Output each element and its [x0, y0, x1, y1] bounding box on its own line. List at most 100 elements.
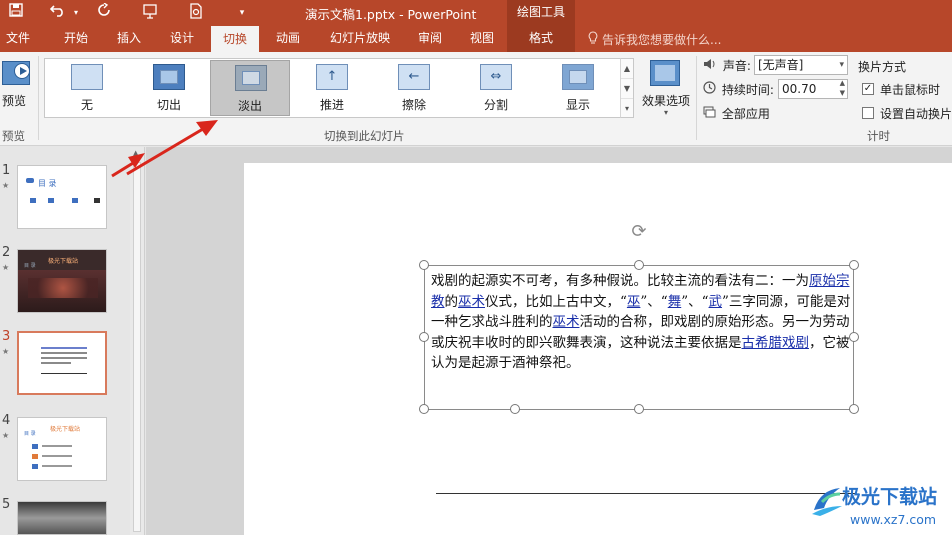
gallery-scroll-up-icon[interactable]: ▲ — [621, 59, 633, 79]
effect-options-button[interactable]: 效果选项 ▾ — [640, 58, 692, 122]
transition-reveal-label: 显示 — [565, 98, 590, 112]
slide-thumb-subtitle: 目 录 — [24, 431, 36, 437]
undo-dropdown-icon[interactable]: ▾ — [66, 3, 86, 23]
hyperlink[interactable]: 武 — [709, 294, 723, 310]
sound-icon — [703, 59, 721, 73]
resize-handle-top-right[interactable] — [849, 260, 859, 270]
undo-icon[interactable] — [48, 3, 68, 23]
print-preview-icon[interactable] — [186, 3, 206, 23]
sound-select[interactable]: [无声音] ▾ — [754, 55, 848, 75]
tab-insert[interactable]: 插入 — [107, 26, 151, 52]
slide-thumb-title: 极光下载站 — [48, 258, 79, 265]
resize-handle-bottom[interactable] — [510, 404, 520, 414]
customize-quick-access-icon[interactable]: ▾ — [232, 3, 252, 23]
transition-none-label: 无 — [80, 98, 93, 112]
document-title: 演示文稿1.pptx - PowerPoint — [305, 7, 477, 22]
gallery-more-icon[interactable]: ▾ — [621, 99, 633, 119]
group-divider — [696, 56, 697, 140]
slide-thumbnail-3[interactable] — [17, 331, 107, 395]
scrollbar-thumb[interactable] — [133, 162, 141, 532]
transition-fade-label: 淡出 — [237, 99, 262, 113]
auto-advance-checkbox[interactable] — [862, 107, 874, 119]
transition-none[interactable]: 无 — [47, 60, 127, 116]
spinner-icon[interactable]: ▲ ▼ — [840, 78, 845, 98]
apply-all-label: 全部应用 — [721, 107, 770, 121]
scroll-up-icon[interactable]: ▲ — [133, 149, 138, 157]
on-click-checkbox[interactable]: ✓ — [862, 83, 874, 95]
text-box-content[interactable]: 戏剧的起源实不可考，有多种假说。比较主流的看法有二：一为原始宗教的巫术仪式，比如… — [431, 271, 851, 374]
tell-me-placeholder: 告诉我您想要做什么... — [602, 33, 722, 47]
selected-text-box[interactable]: 戏剧的起源实不可考，有多种假说。比较主流的看法有二：一为原始宗教的巫术仪式，比如… — [424, 265, 854, 410]
timing-group-label: 计时 — [867, 129, 890, 143]
transition-none-icon — [71, 64, 103, 90]
resize-handle-right[interactable] — [849, 332, 859, 342]
resize-handle-top[interactable] — [634, 260, 644, 270]
slide-thumb-title: 极光下载站 — [50, 426, 81, 433]
hyperlink[interactable]: 舞 — [668, 294, 682, 310]
gallery-scroll-down-icon[interactable]: ▼ — [621, 79, 633, 99]
transition-reveal-icon — [562, 64, 594, 90]
ribbon-tabs: 文件 开始 插入 设计 切换 动画 幻灯片放映 审阅 视图 格式 告诉我您想要做… — [0, 26, 952, 52]
text-run: 的 — [444, 293, 459, 310]
duration-input[interactable]: 00.70 ▲ ▼ — [778, 79, 848, 99]
transition-star-icon: ★ — [2, 431, 10, 440]
slide-thumb-title: 目 录 — [38, 179, 57, 188]
tab-home[interactable]: 开始 — [54, 26, 98, 52]
slide-thumbnail-1[interactable]: 目 录 — [17, 165, 107, 229]
resize-handle-top-left[interactable] — [419, 260, 429, 270]
save-icon[interactable] — [6, 3, 26, 23]
hyperlink[interactable]: 巫术 — [553, 314, 580, 330]
slide-divider-line — [436, 493, 856, 494]
slide-thumbnail-2[interactable]: 极光下载站 目 录 — [17, 249, 107, 313]
duration-row: 持续时间: — [703, 81, 774, 98]
transition-push[interactable]: ↑ 推进 — [292, 60, 372, 116]
tell-me-search[interactable]: 告诉我您想要做什么... — [588, 31, 721, 48]
tab-review[interactable]: 审阅 — [408, 26, 452, 52]
tab-design[interactable]: 设计 — [160, 26, 204, 52]
resize-handle-bottom-right[interactable] — [849, 404, 859, 414]
slide-number: 5 — [2, 497, 11, 512]
tab-animations[interactable]: 动画 — [266, 26, 310, 52]
slide-thumbnail-5[interactable] — [17, 501, 107, 535]
transition-star-icon: ★ — [2, 181, 10, 190]
transition-split[interactable]: ⇔ 分割 — [456, 60, 536, 116]
effect-options-label: 效果选项 — [641, 94, 690, 108]
present-from-start-icon[interactable] — [140, 3, 160, 23]
slide-thumbnail-4[interactable]: 极光下载站 目 录 — [17, 417, 107, 481]
advance-heading: 换片方式 — [858, 60, 907, 74]
preview-button[interactable]: 预览 — [0, 58, 36, 118]
watermark: 极光下载站 www.xz7.com — [808, 482, 952, 535]
text-run: ”、“ — [681, 293, 709, 310]
preview-group-label: 预览 — [2, 129, 25, 143]
current-slide[interactable]: ⟳ 戏剧的起源实不可考，有多种假说。比较主流的看法有二：一为原始宗教的巫术仪式，… — [244, 163, 952, 535]
transition-wipe-icon: ← — [398, 64, 430, 90]
redo-icon[interactable] — [94, 2, 114, 23]
tab-file[interactable]: 文件 — [0, 26, 36, 52]
resize-handle-left[interactable] — [419, 332, 429, 342]
thumbnail-pane-scrollbar[interactable]: ▲ — [130, 147, 144, 535]
tab-view[interactable]: 视图 — [460, 26, 504, 52]
hyperlink[interactable]: 巫术 — [458, 294, 485, 310]
apply-all-button[interactable]: 全部应用 — [703, 105, 770, 122]
tab-slide-show[interactable]: 幻灯片放映 — [322, 26, 398, 52]
auto-advance-label: 设置自动换片时 — [880, 107, 952, 121]
lightbulb-icon — [588, 31, 598, 47]
transition-reveal[interactable]: 显示 — [538, 60, 618, 116]
resize-handle-bottom-left[interactable] — [419, 404, 429, 414]
tab-format[interactable]: 格式 — [507, 26, 575, 52]
apply-all-icon — [703, 106, 720, 121]
transition-cut[interactable]: 切出 — [129, 60, 209, 116]
hyperlink[interactable]: 古希腊戏剧 — [742, 335, 810, 351]
rotate-handle-icon[interactable]: ⟳ — [628, 221, 650, 243]
resize-handle-bottom[interactable] — [634, 404, 644, 414]
hyperlink[interactable]: 巫 — [627, 294, 641, 310]
ribbon-transitions: 预览 预览 无 切出 淡出 ↑ 推进 ← 擦除 ⇔ 分割 显示 ▲ ▼ ▾ 效果… — [0, 52, 952, 146]
text-run: 戏剧的起源实不可考，有多种假说。比较主流的看法有二：一为 — [431, 273, 809, 289]
slide-editing-area: ⟳ 戏剧的起源实不可考，有多种假说。比较主流的看法有二：一为原始宗教的巫术仪式，… — [146, 147, 952, 535]
transition-wipe[interactable]: ← 擦除 — [374, 60, 454, 116]
clock-icon — [703, 81, 720, 97]
transition-fade[interactable]: 淡出 — [210, 60, 290, 116]
tab-transitions[interactable]: 切换 — [211, 26, 259, 52]
gallery-scroll[interactable]: ▲ ▼ ▾ — [620, 58, 634, 118]
slide-number: 2 — [2, 245, 11, 260]
